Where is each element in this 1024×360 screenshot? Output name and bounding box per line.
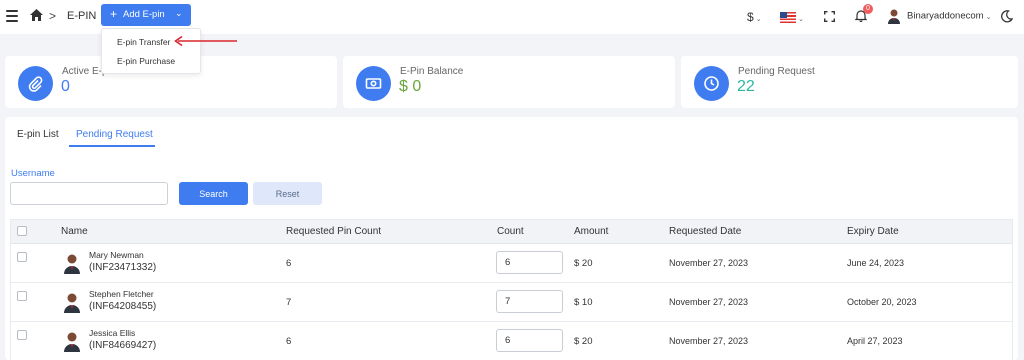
table-header: Name Requested Pin Count Count Amount Re… [11, 220, 1012, 244]
menu-item-epin-purchase[interactable]: E-pin Purchase [117, 56, 175, 66]
page-title: E-PIN [67, 10, 97, 22]
card-value: $ 0 [399, 78, 422, 95]
table-row: Jessica Ellis (INF84669427) 6 $ 20 Novem… [11, 322, 1012, 360]
chevron-down-icon: ⌄ [985, 13, 992, 21]
language-selector[interactable]: ⌄ [780, 10, 804, 24]
card-icon-circle [694, 66, 729, 101]
home-icon[interactable] [30, 9, 43, 21]
moon-icon[interactable] [1000, 10, 1013, 23]
member-name: Mary Newman [89, 250, 144, 260]
member-name: Jessica Ellis [89, 328, 136, 338]
member-code: (INF23471332) [89, 262, 157, 273]
column-header-count: Count [497, 226, 524, 237]
requested-date: November 27, 2023 [669, 336, 749, 346]
currency-symbol: $ [747, 10, 754, 24]
currency-selector[interactable]: $ ⌄ [747, 10, 762, 24]
amount: $ 20 [574, 336, 593, 347]
card-icon-circle [356, 66, 391, 101]
count-input[interactable] [496, 251, 563, 274]
user-menu[interactable]: Binaryaddonecom ⌄ [887, 8, 991, 24]
main-panel: E-pin List Pending Request Username Sear… [5, 117, 1018, 360]
card-value: 0 [61, 78, 70, 95]
tab-epin-list[interactable]: E-pin List [17, 129, 59, 140]
count-input[interactable] [496, 290, 563, 313]
column-header-amount: Amount [574, 226, 609, 237]
plus-icon: + [110, 7, 118, 21]
breadcrumb-separator: > [49, 9, 57, 23]
card-icon-circle [18, 66, 53, 101]
expiry-date: April 27, 2023 [847, 336, 903, 346]
paperclip-icon [28, 76, 43, 92]
expiry-date: October 20, 2023 [847, 297, 917, 307]
requested-date: November 27, 2023 [669, 297, 749, 307]
requested-pin-count: 7 [286, 297, 292, 308]
table-row: Stephen Fletcher (INF64208455) 7 $ 10 No… [11, 283, 1012, 322]
table-row: Mary Newman (INF23471332) 6 $ 20 Novembe… [11, 244, 1012, 283]
red-arrow-annotation [174, 35, 237, 47]
avatar [64, 293, 80, 313]
menu-icon[interactable] [6, 10, 18, 22]
member-code: (INF84669427) [89, 340, 157, 351]
card-value: 22 [737, 78, 755, 95]
avatar [64, 332, 80, 352]
menu-item-epin-transfer[interactable]: E-pin Transfer [117, 37, 170, 47]
select-all-checkbox[interactable] [17, 226, 27, 236]
reset-button[interactable]: Reset [253, 182, 322, 205]
column-header-expiry-date: Expiry Date [847, 226, 899, 237]
username-input[interactable] [10, 182, 168, 205]
fullscreen-icon[interactable] [824, 11, 835, 22]
add-epin-label: Add E-pin [123, 9, 165, 20]
tab-pending-request[interactable]: Pending Request [76, 129, 153, 140]
member-name: Stephen Fletcher [89, 289, 154, 299]
user-name: Binaryaddonecom [907, 10, 984, 22]
add-epin-button[interactable]: + Add E-pin ⌄ [101, 4, 191, 26]
row-checkbox[interactable] [17, 330, 27, 340]
chevron-down-icon: ⌄ [755, 16, 762, 23]
member-code: (INF64208455) [89, 301, 157, 312]
avatar [888, 9, 900, 24]
cash-icon [365, 78, 382, 89]
us-flag-icon [780, 12, 796, 24]
pending-request-table: Name Requested Pin Count Count Amount Re… [10, 219, 1013, 360]
card-epin-balance: E-Pin Balance $ 0 [343, 56, 675, 108]
avatar [64, 254, 80, 274]
active-tab-indicator [69, 145, 155, 147]
requested-date: November 27, 2023 [669, 258, 749, 268]
clock-icon [704, 76, 719, 91]
card-title: Pending Request [738, 66, 815, 77]
requested-pin-count: 6 [286, 336, 292, 347]
username-label: Username [11, 168, 55, 179]
amount: $ 10 [574, 297, 593, 308]
column-header-requested-pin-count: Requested Pin Count [286, 226, 382, 237]
column-header-requested-date: Requested Date [669, 226, 742, 237]
expiry-date: June 24, 2023 [847, 258, 905, 268]
row-checkbox[interactable] [17, 252, 27, 262]
search-button[interactable]: Search [179, 182, 248, 205]
requested-pin-count: 6 [286, 258, 292, 269]
card-title: E-Pin Balance [400, 66, 464, 77]
notification-badge: 0 [863, 4, 873, 14]
card-pending-request: Pending Request 22 [681, 56, 1018, 108]
column-header-name: Name [61, 226, 88, 237]
chevron-down-icon: ⌄ [798, 16, 804, 23]
chevron-down-icon: ⌄ [175, 8, 183, 18]
row-checkbox[interactable] [17, 291, 27, 301]
amount: $ 20 [574, 258, 593, 269]
count-input[interactable] [496, 329, 563, 352]
